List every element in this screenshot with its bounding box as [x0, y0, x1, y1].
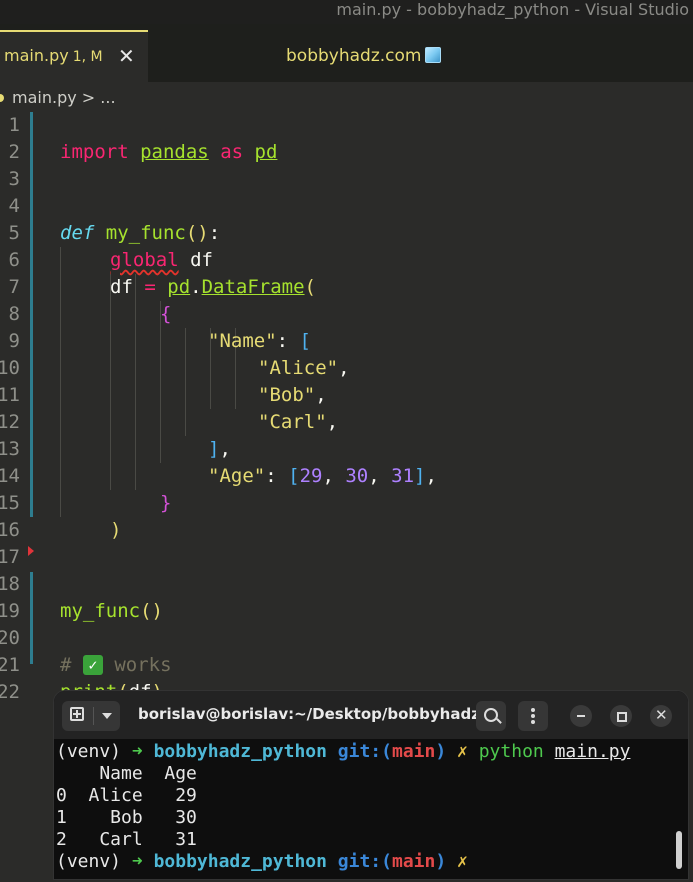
dataframe-row: 2 Carl 31 [56, 829, 197, 850]
editor-tab-bar: main.py 1, M ✕ bobbyhadz.com [0, 24, 693, 82]
code-line: import pandas as pd [60, 141, 278, 163]
chevron-down-icon[interactable] [102, 713, 112, 719]
dataframe-header: Name Age [56, 763, 197, 784]
dataframe-row: 0 Alice 29 [56, 785, 197, 806]
maximize-icon [617, 712, 627, 722]
menu-button[interactable] [518, 701, 548, 731]
code-line: "Carl", [258, 411, 339, 433]
code-line: } [160, 492, 172, 514]
button-divider [93, 707, 94, 725]
python-file-icon [0, 94, 4, 102]
code-line: global df [110, 249, 213, 271]
maximize-button[interactable] [610, 705, 632, 727]
breadcrumb-more[interactable]: ... [100, 88, 115, 107]
code-line: # ✓ works [60, 654, 172, 676]
breadcrumb: main.py > ... [0, 82, 693, 112]
search-button[interactable] [476, 701, 506, 731]
code-line: "Bob", [258, 384, 327, 406]
terminal-prompt-line: (venv) ➜ bobbyhadz_python git:(main) ✗ [56, 851, 468, 872]
minimize-icon [577, 715, 585, 717]
terminal-title: borislav@borislav:~/Desktop/bobbyhadz_..… [138, 705, 505, 723]
brand-text: bobbyhadz.com [286, 46, 422, 66]
code-line: "Age": [29, 30, 31], [208, 465, 437, 487]
ice-cube-icon [425, 47, 442, 63]
new-terminal-tab-button[interactable] [62, 701, 120, 731]
terminal-prompt-line: (venv) ➜ bobbyhadz_python git:(main) ✗ p… [56, 741, 631, 762]
code-line: ], [208, 438, 231, 460]
code-line: "Name": [ [208, 330, 311, 352]
code-line: ) [110, 519, 122, 541]
tab-problem-badge: 1, M [72, 49, 103, 65]
code-editor[interactable]: 1 2 3 4 5 6 7 8 9 10 11 12 13 14 15 16 1… [0, 112, 693, 712]
code-line: my_func() [60, 600, 163, 622]
close-icon: ✕ [655, 706, 668, 724]
breadcrumb-separator: > [81, 88, 96, 107]
terminal-header: borislav@borislav:~/Desktop/bobbyhadz_..… [54, 691, 688, 739]
code-line: { [160, 303, 172, 325]
code-line: def my_func(): [60, 222, 221, 244]
tab-main-py[interactable]: main.py 1, M ✕ [0, 30, 148, 82]
close-icon[interactable]: ✕ [118, 44, 135, 68]
breadcrumb-file[interactable]: main.py [12, 88, 77, 107]
close-window-button[interactable]: ✕ [650, 705, 672, 727]
terminal-output[interactable]: (venv) ➜ bobbyhadz_python git:(main) ✗ p… [54, 739, 688, 879]
window-title: main.py - bobbyhadz_python - Visual Stud… [336, 0, 689, 19]
minimize-button[interactable] [570, 705, 592, 727]
terminal-window[interactable]: borislav@borislav:~/Desktop/bobbyhadz_..… [53, 690, 689, 880]
search-icon [484, 708, 498, 722]
new-tab-icon [70, 707, 84, 721]
brand-watermark: bobbyhadz.com [286, 46, 442, 66]
code-line: print(df) [0, 652, 693, 703]
code-line: df = pd.DataFrame( [110, 276, 316, 298]
dataframe-row: 1 Bob 30 [56, 807, 197, 828]
code-line: "Alice", [258, 357, 350, 379]
window-titlebar: main.py - bobbyhadz_python - Visual Stud… [0, 0, 693, 24]
tab-label: main.py 1, M [4, 46, 103, 65]
kebab-menu-icon [531, 708, 535, 712]
terminal-scrollbar[interactable] [676, 831, 682, 869]
